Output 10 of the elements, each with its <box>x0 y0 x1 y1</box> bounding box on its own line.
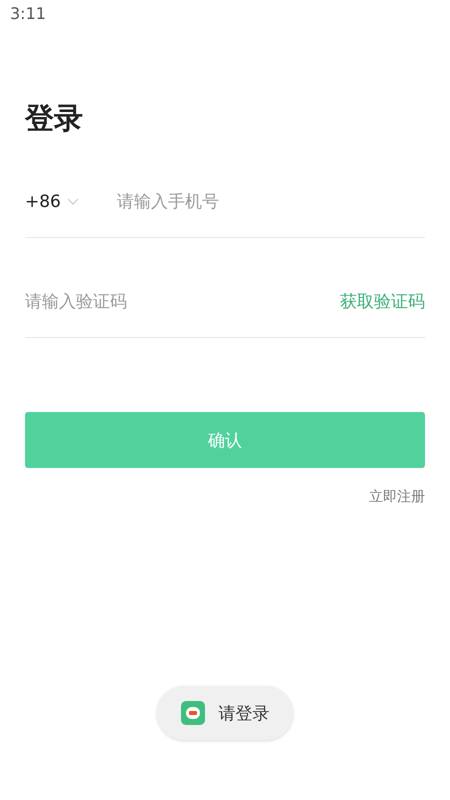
page-title: 登录 <box>25 100 84 137</box>
status-time: 3:11 <box>10 4 46 23</box>
phone-input-field[interactable]: 请输入手机号 <box>117 192 425 212</box>
toast-message: 请登录 <box>218 702 270 724</box>
register-link[interactable]: 立即注册 <box>369 488 425 506</box>
get-code-link[interactable]: 获取验证码 <box>340 290 425 313</box>
caret-icon <box>66 198 79 206</box>
country-code-dropdown[interactable]: +86 <box>25 192 117 212</box>
app-icon <box>180 701 204 725</box>
code-input-field[interactable]: 请输入验证码 <box>25 292 340 312</box>
